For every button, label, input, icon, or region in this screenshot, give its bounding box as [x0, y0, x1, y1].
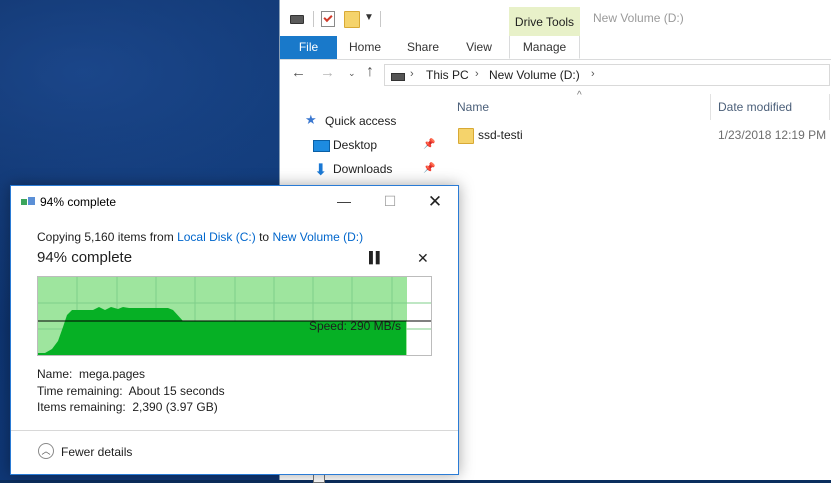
source-link[interactable]: Local Disk (C:)	[177, 230, 256, 244]
back-arrow-icon[interactable]: ←	[291, 64, 306, 81]
customize-toolbar-dropdown-icon[interactable]: ▼	[364, 12, 374, 23]
nav-item-desktop[interactable]: Desktop	[333, 134, 377, 156]
pause-button[interactable]: ▌▌	[369, 252, 384, 264]
chevron-right-icon[interactable]: ›	[591, 68, 595, 80]
drive-tools-tab-group: Drive Tools	[509, 7, 580, 37]
new-folder-icon[interactable]	[344, 11, 360, 28]
nav-item-downloads[interactable]: Downloads	[333, 158, 392, 180]
desktop-icon	[313, 140, 330, 152]
close-button[interactable]: ✕	[412, 186, 458, 217]
chevron-up-icon[interactable]: ︿	[38, 443, 54, 459]
fewer-details-button[interactable]: Fewer details	[61, 445, 132, 459]
maximize-button[interactable]: ☐	[367, 186, 413, 217]
toolbar-divider	[380, 11, 381, 27]
toolbar-divider	[313, 11, 314, 27]
pin-icon[interactable]: 📌	[423, 139, 435, 150]
progress-heading: 94% complete	[37, 249, 133, 266]
properties-icon[interactable]	[321, 11, 335, 27]
dialog-title-bar[interactable]: 94% complete — ☐ ✕	[11, 186, 458, 217]
speed-graph-svg	[38, 277, 431, 355]
tab-file[interactable]: File	[280, 36, 337, 59]
nav-item-quick-access[interactable]: Quick access	[325, 110, 396, 132]
chevron-right-icon[interactable]: ›	[410, 68, 414, 80]
drive-icon	[391, 73, 405, 81]
column-header-name[interactable]: Name	[457, 100, 489, 114]
minimize-button[interactable]: —	[321, 186, 367, 217]
breadcrumb-this-pc[interactable]: This PC	[426, 68, 469, 82]
speed-label: Speed: 290 MB/s	[308, 319, 401, 333]
tab-share[interactable]: Share	[393, 36, 453, 59]
cancel-button[interactable]: ✕	[417, 250, 429, 267]
time-remaining: Time remaining: About 15 seconds	[37, 384, 225, 398]
transfer-speed-graph: Speed: 290 MB/s	[37, 276, 432, 356]
pin-icon[interactable]: 📌	[423, 163, 435, 174]
column-header-date-modified[interactable]: Date modified	[718, 100, 792, 114]
window-title: New Volume (D:)	[593, 11, 684, 25]
breadcrumb-new-volume[interactable]: New Volume (D:)	[489, 68, 580, 82]
column-divider[interactable]	[710, 94, 711, 120]
file-item-name[interactable]: ssd-testi	[478, 128, 523, 142]
destination-link[interactable]: New Volume (D:)	[272, 230, 363, 244]
copy-mid: to	[255, 230, 273, 244]
chevron-right-icon[interactable]: ›	[475, 68, 479, 80]
navigation-bar: ← → ⌄ ↑ › This PC › New Volume (D:) ›	[280, 60, 831, 90]
tab-manage[interactable]: Manage	[509, 36, 580, 59]
current-file-name: Name: mega.pages	[37, 367, 146, 381]
copy-prefix: Copying 5,160 items from	[37, 230, 178, 244]
tab-view[interactable]: View	[453, 36, 505, 59]
drive-icon[interactable]	[290, 15, 304, 24]
dialog-divider	[11, 430, 458, 431]
copy-progress-dialog: 94% complete — ☐ ✕ Copying 5,160 items f…	[10, 185, 459, 475]
copy-summary: Copying 5,160 items from Local Disk (C:)…	[37, 230, 363, 244]
forward-arrow-icon[interactable]: →	[320, 64, 335, 81]
file-copy-icon	[21, 197, 35, 207]
items-remaining: Items remaining: 2,390 (3.97 GB)	[37, 400, 218, 414]
tab-home[interactable]: Home	[337, 36, 393, 59]
up-arrow-icon[interactable]: ↑	[366, 63, 374, 81]
star-icon: ★	[305, 112, 317, 127]
ribbon-tabs: File Home Share View Manage	[280, 36, 831, 60]
dialog-title: 94% complete	[40, 195, 117, 209]
downloads-icon: ⬇	[314, 162, 328, 179]
sort-ascending-icon: ^	[577, 90, 582, 101]
file-list	[438, 90, 831, 480]
file-item-date: 1/23/2018 12:19 PM	[718, 128, 827, 142]
address-bar[interactable]: › This PC › New Volume (D:) ›	[384, 64, 830, 86]
folder-icon[interactable]	[458, 128, 474, 144]
column-divider[interactable]	[829, 94, 830, 120]
recent-locations-chevron-icon[interactable]: ⌄	[348, 68, 356, 79]
